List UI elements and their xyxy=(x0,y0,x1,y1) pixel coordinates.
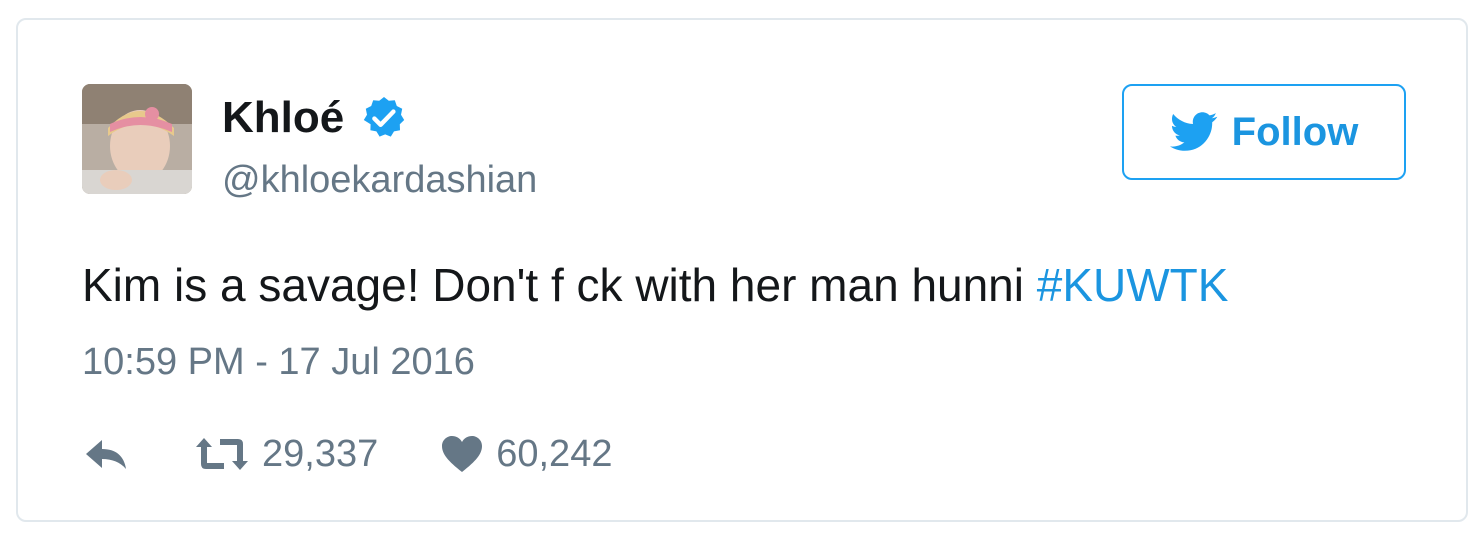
tweet-body: Kim is a savage! Don't f ck with her man… xyxy=(82,259,1037,311)
author-handle[interactable]: @khloekardashian xyxy=(222,156,537,204)
tweet-text: Kim is a savage! Don't f ck with her man… xyxy=(82,256,1228,314)
tweet-card: Khloé @khloekardashian Follow Kim is a s… xyxy=(16,18,1468,522)
reply-button[interactable] xyxy=(82,436,130,472)
like-count: 60,242 xyxy=(496,433,613,475)
twitter-bird-icon xyxy=(1169,112,1217,151)
retweet-icon xyxy=(196,438,248,470)
reply-icon xyxy=(86,440,126,469)
hashtag-link[interactable]: #KUWTK xyxy=(1037,259,1229,311)
follow-button[interactable]: Follow xyxy=(1122,84,1406,180)
author-name[interactable]: Khloé xyxy=(222,90,344,146)
avatar[interactable] xyxy=(82,84,192,194)
tweet-actions: 29,337 60,242 xyxy=(82,424,612,484)
retweet-count: 29,337 xyxy=(262,433,379,475)
tweet-timestamp[interactable]: 10:59 PM - 17 Jul 2016 xyxy=(82,338,475,386)
like-button[interactable]: 60,242 xyxy=(440,430,612,478)
verified-badge-icon xyxy=(364,97,405,137)
follow-button-label: Follow xyxy=(1231,109,1359,154)
author-name-row: Khloé xyxy=(222,90,408,146)
retweet-button[interactable]: 29,337 xyxy=(194,430,378,478)
heart-icon xyxy=(442,436,483,472)
